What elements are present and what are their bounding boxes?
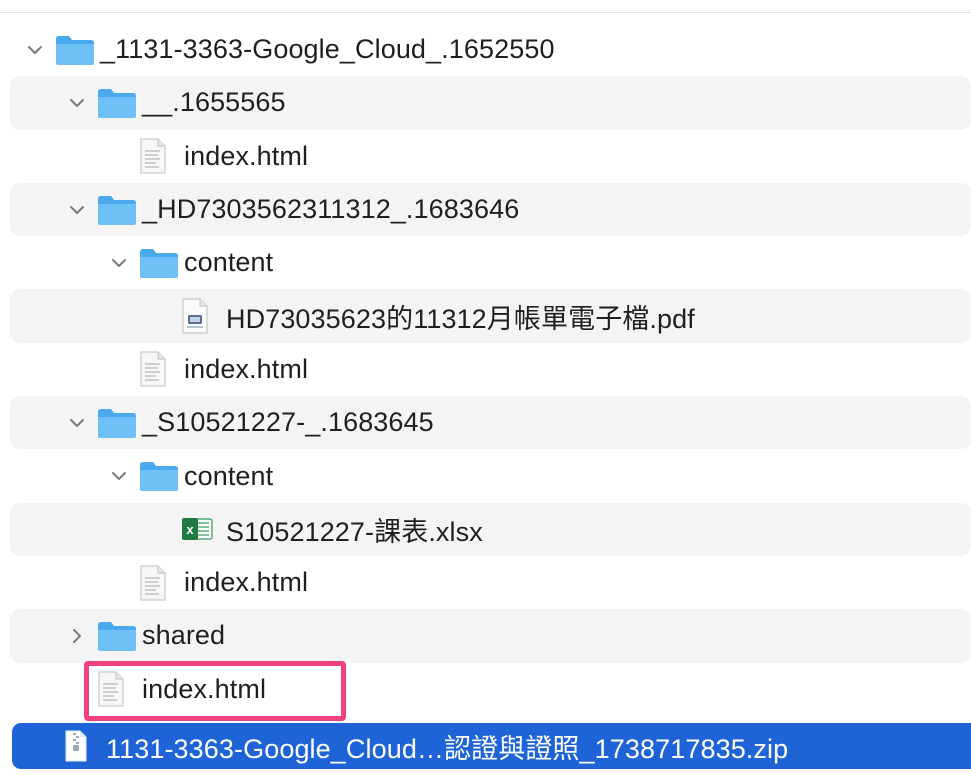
tree-row-label: __.1655565 [142, 87, 286, 118]
tree-row-label: _1131-3363-Google_Cloud_.1652550 [100, 34, 555, 65]
selected-zip-row[interactable]: 1131-3363-Google_Cloud…認證與證照_1738717835.… [12, 723, 971, 769]
tree-row-label: index.html [142, 673, 267, 704]
tree-row-folder[interactable]: _S10521227-_.1683645 [10, 396, 971, 450]
tree-row-label: content [184, 460, 274, 491]
tree-row-file[interactable]: HD73035623的11312月帳單電子檔.pdf [10, 289, 971, 343]
chevron-right-icon[interactable] [62, 621, 92, 651]
zip-file-icon [64, 729, 92, 763]
tree-row-folder[interactable]: _HD7303562311312_.1683646 [10, 182, 971, 237]
chevron-down-icon[interactable] [62, 88, 92, 118]
tree-row-root-folder[interactable]: _1131-3363-Google_Cloud_.1652550 [0, 23, 971, 76]
folder-icon [96, 405, 142, 441]
html-file-icon [138, 565, 184, 601]
html-file-icon [138, 351, 184, 388]
folder-icon [138, 458, 184, 494]
chevron-down-icon[interactable] [62, 408, 92, 438]
top-divider [0, 0, 971, 13]
folder-icon [54, 32, 100, 68]
chevron-down-icon[interactable] [62, 195, 92, 225]
tree-row-label: S10521227-課表.xlsx [226, 516, 483, 547]
tree-row-file[interactable]: index.html [0, 130, 971, 183]
tree-row-file[interactable]: index.html [0, 343, 971, 396]
excel-file-icon: x [180, 511, 226, 547]
tree-row-label: index.html [184, 353, 309, 384]
tree-row-folder[interactable]: content [0, 236, 971, 289]
svg-text:x: x [186, 522, 194, 537]
tree-row-label: index.html [184, 140, 309, 171]
html-file-icon [96, 671, 142, 707]
tree-row-label: HD73035623的11312月帳單電子檔.pdf [226, 303, 695, 334]
chevron-down-icon[interactable] [104, 248, 134, 278]
tree-row-label: content [184, 247, 274, 278]
selected-file-label: 1131-3363-Google_Cloud…認證與證照_1738717835.… [106, 733, 789, 764]
tree-row-folder[interactable]: content [0, 449, 971, 502]
tree-row-file[interactable]: x S10521227-課表.xlsx [10, 502, 971, 556]
pdf-file-icon [180, 298, 226, 334]
tree-row-file[interactable]: index.html [0, 556, 971, 609]
tree-row-label: shared [142, 620, 226, 651]
folder-icon [96, 85, 142, 121]
tree-row-folder[interactable]: __.1655565 [10, 76, 971, 130]
folder-icon [138, 245, 184, 281]
tree-row-label: index.html [184, 567, 309, 598]
chevron-down-icon[interactable] [104, 461, 134, 491]
html-file-icon [138, 138, 184, 174]
tree-row-label: _S10521227-_.1683645 [142, 407, 434, 438]
folder-icon [96, 192, 142, 228]
chevron-down-icon[interactable] [20, 35, 50, 65]
tree-row-file[interactable]: index.html [0, 663, 971, 716]
tree-row-label: _HD7303562311312_.1683646 [142, 194, 520, 225]
tree-row-folder[interactable]: shared [10, 609, 971, 663]
file-tree: _1131-3363-Google_Cloud_.1652550 __.1655… [0, 23, 971, 716]
folder-icon [96, 618, 142, 654]
